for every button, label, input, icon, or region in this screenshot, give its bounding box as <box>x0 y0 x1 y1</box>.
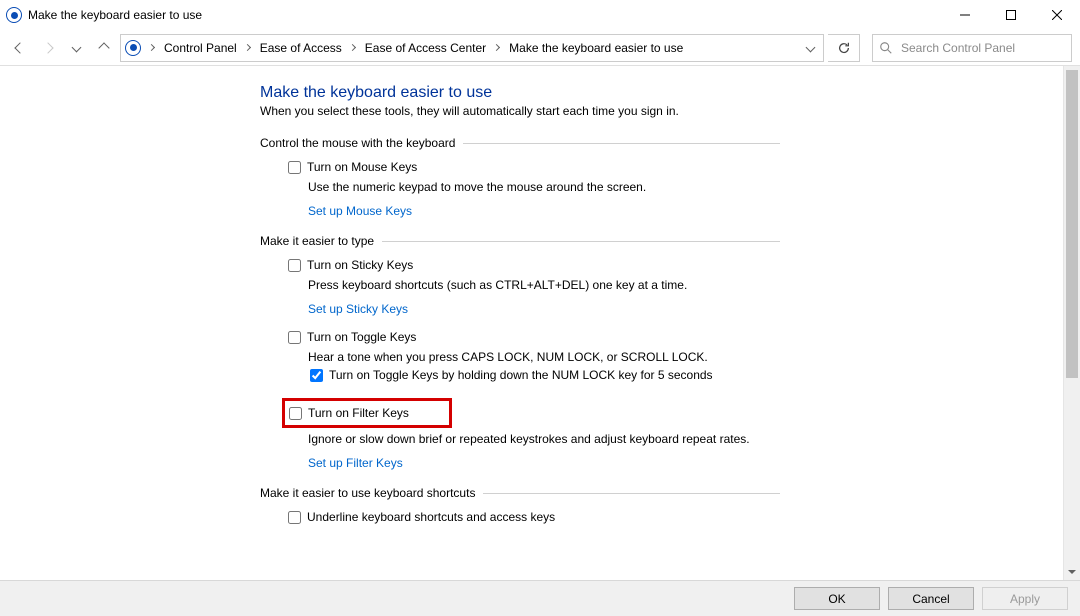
up-button[interactable] <box>92 36 116 60</box>
option-description: Press keyboard shortcuts (such as CTRL+A… <box>260 278 780 292</box>
checkbox-label: Turn on Filter Keys <box>308 406 409 420</box>
checkbox-label: Turn on Mouse Keys <box>307 160 417 174</box>
option-description: Hear a tone when you press CAPS LOCK, NU… <box>260 350 780 364</box>
option-description: Ignore or slow down brief or repeated ke… <box>260 432 780 446</box>
minimize-button[interactable] <box>942 0 988 30</box>
checkbox-input[interactable] <box>288 259 301 272</box>
checkbox-label: Underline keyboard shortcuts and access … <box>307 510 555 524</box>
checkbox-label: Turn on Toggle Keys by holding down the … <box>329 368 713 382</box>
chevron-right-icon <box>349 44 356 51</box>
checkbox-toggle-keys-hold[interactable]: Turn on Toggle Keys by holding down the … <box>260 368 780 382</box>
window-title: Make the keyboard easier to use <box>28 8 202 22</box>
content-area: Make the keyboard easier to use When you… <box>0 66 1080 580</box>
chevron-right-icon <box>244 44 251 51</box>
checkbox-underline-shortcuts[interactable]: Underline keyboard shortcuts and access … <box>260 510 780 524</box>
section-header: Control the mouse with the keyboard <box>260 136 463 150</box>
ease-of-access-icon <box>6 7 22 23</box>
search-input[interactable] <box>899 40 1065 56</box>
section-header: Make it easier to use keyboard shortcuts <box>260 486 483 500</box>
cancel-button[interactable]: Cancel <box>888 587 974 610</box>
back-button[interactable] <box>8 36 32 60</box>
scroll-thumb[interactable] <box>1066 70 1078 378</box>
breadcrumb-item[interactable]: Ease of Access Center <box>363 39 488 57</box>
chevron-right-icon <box>148 44 155 51</box>
checkbox-input[interactable] <box>289 407 302 420</box>
search-icon <box>879 41 893 55</box>
recent-locations-dropdown[interactable] <box>64 36 88 60</box>
breadcrumb-item[interactable]: Make the keyboard easier to use <box>507 39 685 57</box>
search-box[interactable] <box>872 34 1072 62</box>
breadcrumb-item[interactable]: Ease of Access <box>258 39 344 57</box>
link-setup-mouse-keys[interactable]: Set up Mouse Keys <box>260 204 780 218</box>
vertical-scrollbar[interactable] <box>1063 66 1080 580</box>
dialog-footer: OK Cancel Apply <box>0 580 1080 616</box>
address-dropdown[interactable] <box>801 44 819 51</box>
page-subtitle: When you select these tools, they will a… <box>260 104 780 118</box>
checkbox-input[interactable] <box>288 161 301 174</box>
checkbox-input[interactable] <box>288 331 301 344</box>
checkbox-sticky-keys[interactable]: Turn on Sticky Keys <box>260 258 780 272</box>
checkbox-input[interactable] <box>288 511 301 524</box>
chevron-right-icon <box>493 44 500 51</box>
link-setup-sticky-keys[interactable]: Set up Sticky Keys <box>260 302 780 316</box>
checkbox-toggle-keys[interactable]: Turn on Toggle Keys <box>260 330 780 344</box>
refresh-button[interactable] <box>828 34 860 62</box>
forward-button[interactable] <box>36 36 60 60</box>
section-shortcuts: Make it easier to use keyboard shortcuts… <box>260 486 780 524</box>
titlebar: Make the keyboard easier to use <box>0 0 1080 30</box>
ease-of-access-icon <box>125 40 141 56</box>
ok-button[interactable]: OK <box>794 587 880 610</box>
apply-button[interactable]: Apply <box>982 587 1068 610</box>
window-controls <box>942 0 1080 30</box>
checkbox-input[interactable] <box>310 369 323 382</box>
checkbox-label: Turn on Toggle Keys <box>307 330 416 344</box>
highlight-filter-keys: Turn on Filter Keys <box>282 398 452 428</box>
address-bar[interactable]: Control Panel Ease of Access Ease of Acc… <box>120 34 824 62</box>
scroll-down-button[interactable] <box>1064 563 1080 580</box>
section-type: Make it easier to type Turn on Sticky Ke… <box>260 234 780 470</box>
checkbox-label: Turn on Sticky Keys <box>307 258 413 272</box>
checkbox-filter-keys[interactable]: Turn on Filter Keys <box>289 406 409 420</box>
checkbox-mouse-keys[interactable]: Turn on Mouse Keys <box>260 160 780 174</box>
section-mouse: Control the mouse with the keyboard Turn… <box>260 136 780 218</box>
maximize-button[interactable] <box>988 0 1034 30</box>
section-header: Make it easier to type <box>260 234 382 248</box>
option-description: Use the numeric keypad to move the mouse… <box>260 180 780 194</box>
navbar: Control Panel Ease of Access Ease of Acc… <box>0 30 1080 66</box>
page-title: Make the keyboard easier to use <box>260 84 780 102</box>
link-setup-filter-keys[interactable]: Set up Filter Keys <box>260 456 780 470</box>
breadcrumb-item[interactable]: Control Panel <box>162 39 239 57</box>
close-button[interactable] <box>1034 0 1080 30</box>
